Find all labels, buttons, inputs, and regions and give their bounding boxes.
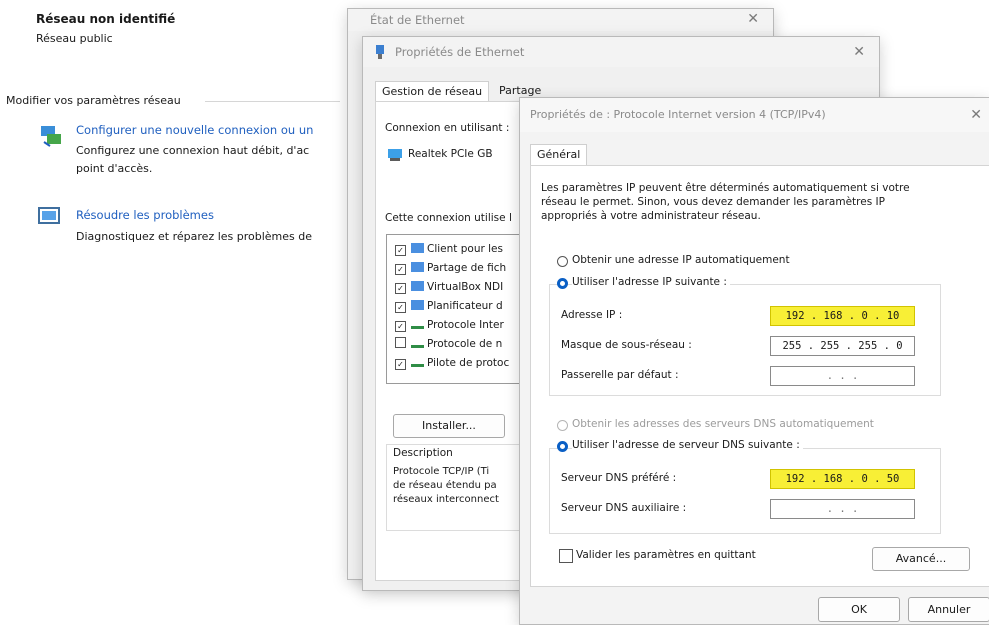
alternate-dns-label: Serveur DNS auxiliaire : xyxy=(561,502,687,514)
scheduler-icon xyxy=(411,300,424,310)
connect-using-label: Connexion en utilisant : xyxy=(385,122,510,134)
auto-dns-label: Obtenir les adresses des serveurs DNS au… xyxy=(572,418,874,430)
network-name: Réseau non identifié xyxy=(36,12,176,26)
eth-props-title: Propriétés de Ethernet xyxy=(395,45,525,59)
protocol-icon xyxy=(411,319,424,329)
dns-group xyxy=(549,448,941,534)
validate-checkbox[interactable] xyxy=(559,549,573,563)
section-header: Modifier vos paramètres réseau xyxy=(6,94,181,107)
setup-connection-desc-2: point d'accès. xyxy=(76,162,153,175)
component-checkbox[interactable]: ✓ xyxy=(395,283,406,294)
component-checkbox[interactable]: ✓ xyxy=(395,245,406,256)
network-client-icon xyxy=(411,243,424,253)
virtualbox-icon xyxy=(411,281,424,291)
eth-props-close-icon[interactable]: ✕ xyxy=(853,44,865,60)
cancel-button[interactable]: Annuler xyxy=(908,597,989,622)
protocol-icon xyxy=(411,338,424,348)
component-checkbox[interactable] xyxy=(395,337,406,348)
network-setup-icon xyxy=(41,126,61,147)
ipv4-properties-window: Propriétés de : Protocole Internet versi… xyxy=(519,97,989,625)
tab-network[interactable]: Gestion de réseau xyxy=(375,81,490,102)
list-item[interactable]: ✓ Pilote de protoc xyxy=(395,355,509,371)
preferred-dns-label: Serveur DNS préféré : xyxy=(561,472,677,484)
manual-dns-radio[interactable] xyxy=(557,441,568,452)
ip-address-label: Adresse IP : xyxy=(561,309,623,321)
component-checkbox[interactable]: ✓ xyxy=(395,302,406,313)
adapter-name: Realtek PCIe GB xyxy=(408,148,493,160)
manual-ip-label: Utiliser l'adresse IP suivante : xyxy=(572,276,730,288)
description-line: de réseau étendu pa xyxy=(393,480,497,491)
ok-button[interactable]: OK xyxy=(818,597,900,622)
description-line: Protocole TCP/IP (Ti xyxy=(393,466,490,477)
list-item[interactable]: ✓ Planificateur d xyxy=(395,298,503,314)
alternate-dns-field[interactable]: . . . xyxy=(770,499,915,519)
install-button[interactable]: Installer... xyxy=(393,414,505,438)
gateway-label: Passerelle par défaut : xyxy=(561,369,679,381)
list-item[interactable]: Protocole de n xyxy=(395,336,502,352)
intro-line: appropriés à votre administrateur réseau… xyxy=(541,210,761,222)
subnet-mask-field[interactable]: 255 . 255 . 255 . 0 xyxy=(770,336,915,356)
description-group: Description Protocole TCP/IP (Ti de rése… xyxy=(386,444,538,531)
list-item[interactable]: ✓ Partage de fich xyxy=(395,260,506,276)
protocol-icon xyxy=(411,357,424,367)
component-checkbox[interactable]: ✓ xyxy=(395,321,406,332)
ipv4-tabs: Général xyxy=(530,144,989,166)
setup-connection-desc: Configurez une connexion haut débit, d'a… xyxy=(76,144,310,157)
setup-connection-link[interactable]: Configurer une nouvelle connexion ou un xyxy=(76,123,313,137)
preferred-dns-field[interactable]: 192 . 168 . 0 . 50 xyxy=(770,469,915,489)
gateway-field[interactable]: . . . xyxy=(770,366,915,386)
uses-components-label: Cette connexion utilise l xyxy=(385,212,512,224)
advanced-button[interactable]: Avancé... xyxy=(872,547,970,571)
file-share-icon xyxy=(411,262,424,272)
ipv4-title: Propriétés de : Protocole Internet versi… xyxy=(530,108,826,121)
auto-ip-label: Obtenir une adresse IP automatiquement xyxy=(572,254,790,266)
list-item[interactable]: ✓ VirtualBox NDI xyxy=(395,279,503,295)
list-item[interactable]: ✓ Client pour les xyxy=(395,241,503,257)
manual-dns-label: Utiliser l'adresse de serveur DNS suivan… xyxy=(572,439,803,451)
list-item[interactable]: ✓ Protocole Inter xyxy=(395,317,504,333)
ethernet-icon xyxy=(376,45,384,59)
subnet-mask-label: Masque de sous-réseau : xyxy=(561,339,692,351)
component-checkbox[interactable]: ✓ xyxy=(395,359,406,370)
auto-dns-radio[interactable] xyxy=(557,420,568,431)
intro-line: réseau le permet. Sinon, vous devez dema… xyxy=(541,196,885,208)
description-line: réseaux interconnect xyxy=(393,494,499,505)
ipv4-close-icon[interactable]: ✕ xyxy=(970,107,982,123)
validate-label: Valider les paramètres en quittant xyxy=(576,549,756,561)
adapter-icon xyxy=(388,149,402,161)
status-window-title: État de Ethernet xyxy=(370,13,465,27)
ip-address-field[interactable]: 192 . 168 . 0 . 10 xyxy=(770,306,915,326)
troubleshoot-link[interactable]: Résoudre les problèmes xyxy=(76,208,214,222)
troubleshoot-desc: Diagnostiquez et réparez les problèmes d… xyxy=(76,230,313,243)
troubleshoot-icon xyxy=(38,207,60,224)
tab-general[interactable]: Général xyxy=(530,144,588,166)
component-checkbox[interactable]: ✓ xyxy=(395,264,406,275)
manual-ip-radio[interactable] xyxy=(557,278,568,289)
description-title: Description xyxy=(393,447,453,459)
status-close-icon[interactable]: ✕ xyxy=(747,11,759,27)
network-type: Réseau public xyxy=(36,32,113,45)
section-divider xyxy=(205,101,340,102)
auto-ip-radio[interactable] xyxy=(557,256,568,267)
intro-line: Les paramètres IP peuvent être déterminé… xyxy=(541,182,910,194)
ipv4-panel: Les paramètres IP peuvent être déterminé… xyxy=(530,165,989,587)
